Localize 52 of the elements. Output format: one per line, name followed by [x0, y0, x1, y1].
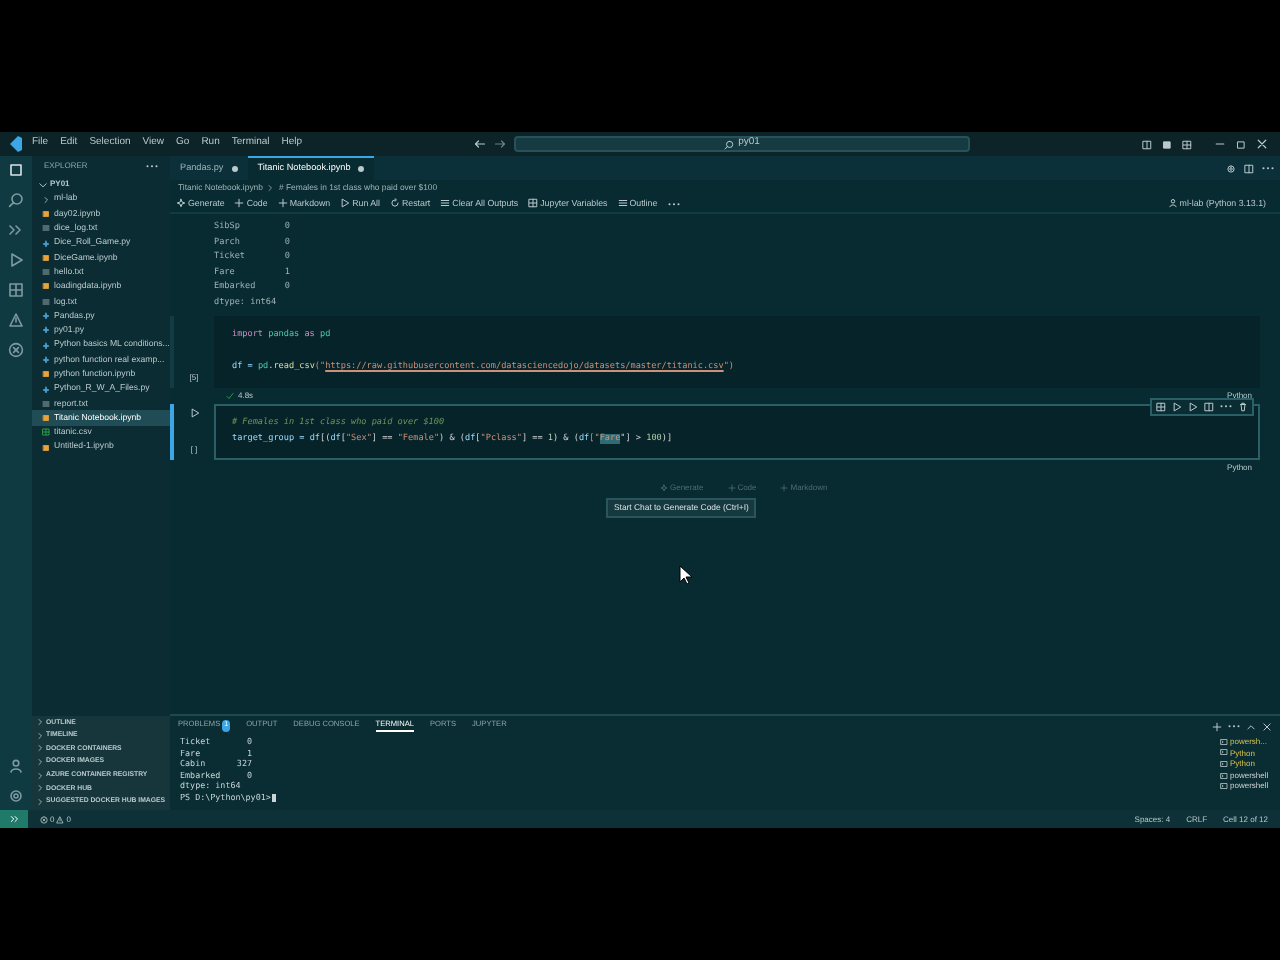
close-icon[interactable] [1256, 138, 1268, 150]
search-icon [724, 139, 735, 149]
remote-icon [9, 814, 19, 824]
run-cell-icon[interactable] [189, 408, 199, 418]
restart-icon [390, 198, 400, 209]
chevron-right-icon [42, 195, 50, 204]
split-editor-icon[interactable] [1244, 163, 1254, 173]
maximize-icon[interactable] [1236, 139, 1246, 149]
person-icon [1167, 198, 1178, 209]
text-lines-icon [42, 268, 50, 277]
notebook-icon [42, 370, 50, 379]
check-icon [226, 392, 234, 400]
notebook-icon [42, 253, 50, 262]
notebook-icon [42, 282, 50, 291]
layout-icon[interactable] [1142, 139, 1152, 149]
table-icon [528, 198, 539, 209]
notebook-icon [42, 414, 50, 423]
sparkle-icon [176, 198, 186, 209]
delete-icon[interactable] [1238, 402, 1248, 412]
plus-icon [277, 198, 288, 209]
blocks-icon[interactable] [8, 282, 24, 298]
text-lines-icon [42, 224, 50, 233]
notebook-icon [42, 443, 50, 452]
list-icon [617, 198, 628, 209]
text-lines-icon [42, 399, 50, 408]
layout-icon[interactable] [1162, 139, 1172, 149]
back-arrow-icon[interactable] [474, 138, 487, 150]
forward-arrow-icon[interactable] [494, 138, 507, 150]
warning-icon [56, 815, 65, 823]
play-icon [340, 198, 351, 209]
run-below-icon[interactable] [1188, 402, 1198, 412]
run-above-icon[interactable] [1172, 402, 1182, 412]
mouse-cursor-icon [678, 564, 694, 586]
cursor-icon [272, 793, 277, 802]
add-terminal-icon[interactable] [1212, 721, 1222, 731]
plus-icon [234, 198, 245, 209]
grid-icon [42, 428, 50, 437]
play-icon[interactable] [8, 252, 24, 268]
app-logo-icon [6, 136, 22, 152]
maximize-panel-icon[interactable] [1246, 721, 1256, 731]
split-cell-icon[interactable] [1204, 402, 1214, 412]
chevron-down-icon[interactable] [38, 179, 48, 189]
text-lines-icon [42, 297, 50, 306]
sparkle-icon [660, 484, 668, 492]
clear-icon [440, 198, 451, 209]
error-icon [40, 815, 48, 823]
close-icon[interactable] [1262, 721, 1272, 731]
layout-icon[interactable] [1182, 139, 1192, 149]
notebook-icon [42, 209, 50, 218]
account-icon[interactable] [8, 758, 24, 774]
search-icon[interactable] [8, 192, 24, 208]
minimize-icon[interactable] [1214, 138, 1226, 150]
